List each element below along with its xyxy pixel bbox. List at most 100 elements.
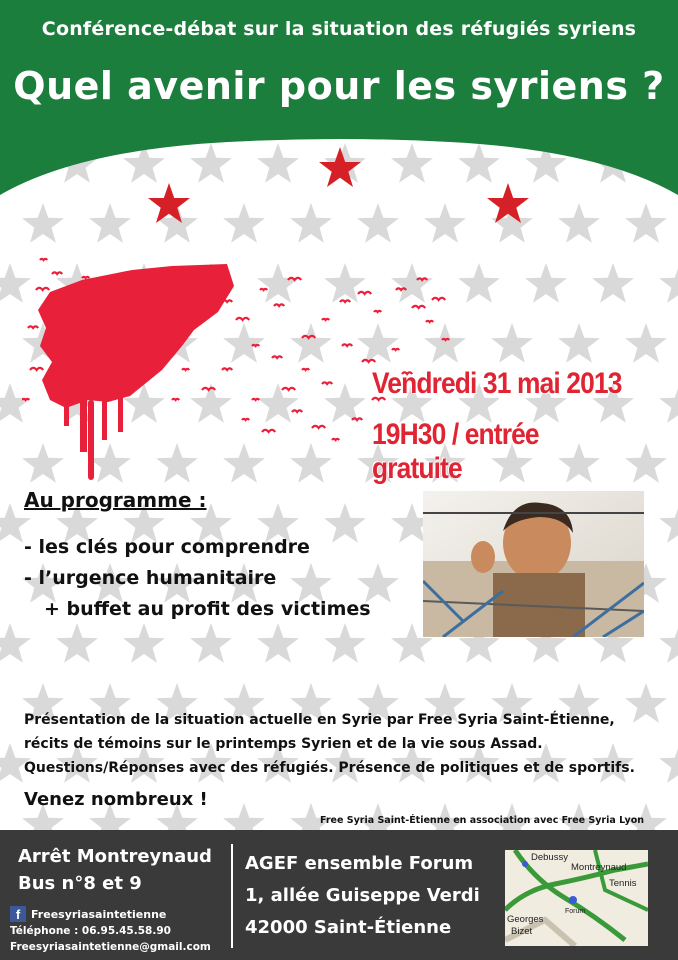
background-star [257,623,299,663]
bird-silhouette [339,299,352,304]
bird-silhouette [291,409,304,414]
bird-silhouette [361,358,377,364]
bird-silhouette [441,337,451,342]
background-star [223,803,265,830]
map-label: Bizet [511,926,533,937]
programme-item: - les clés pour comprendre [24,536,310,558]
bird-silhouette [22,397,31,402]
bird-silhouette [187,325,197,330]
background-star [324,623,366,663]
location-map: Debussy Montreynaud Tennis Forum Georges… [505,850,648,946]
bird-silhouette [261,428,277,434]
background-star [290,203,332,243]
background-star [223,203,265,243]
facebook-contact[interactable]: f Freesyriasaintetienne [10,906,166,922]
background-star [0,623,31,663]
background-star [625,203,667,243]
background-star [22,203,64,243]
bird-silhouette [241,417,251,422]
bird-silhouette [251,397,261,402]
map-label: Georges [507,914,544,925]
background-star [659,628,678,663]
bird-silhouette [251,343,261,348]
background-star [190,623,232,663]
programme-list: - les clés pour comprendre - l’urgence h… [24,532,371,625]
map-label: Debussy [531,852,568,863]
background-star [659,268,678,303]
description-line: récits de témoins sur le printemps Syrie… [24,736,543,752]
red-star-icon [487,183,529,223]
background-star [659,388,678,423]
bird-silhouette [273,303,286,308]
bird-silhouette [201,386,217,392]
page-title: Quel avenir pour les syriens ? [13,64,665,108]
background-star [89,203,131,243]
email-address[interactable]: Freesyriasaintetienne@gmail.com [10,941,211,953]
background-star [592,263,634,303]
bird-silhouette [301,367,311,372]
programme-heading: Au programme : [24,488,207,512]
bird-silhouette [416,277,429,282]
venue-city: 42000 Saint-Étienne [245,917,452,938]
bird-silhouette [395,287,408,292]
bird-silhouette [425,319,435,324]
bird-silhouette [51,271,64,276]
facebook-page: Freesyriasaintetienne [31,907,167,921]
bird-silhouette [311,424,327,430]
background-star [357,203,399,243]
bus-lines: Bus n°8 et 9 [18,873,142,894]
event-time-entry: 19H30 / entrée gratuite [372,418,540,485]
bird-silhouette [271,355,284,360]
bird-silhouette [341,343,354,348]
subtitle: Conférence-débat sur la situation des ré… [41,18,637,40]
background-star [558,323,600,363]
call-to-action: Venez nombreux ! [24,789,208,810]
bird-silhouette [181,367,191,372]
bird-silhouette [131,295,144,300]
bird-silhouette [391,347,401,352]
red-star-icon [148,183,190,223]
background-star [123,623,165,663]
background-star [558,203,600,243]
bird-silhouette [281,386,297,392]
bird-silhouette [351,417,364,422]
bird-silhouette [151,357,164,362]
facebook-icon: f [10,906,26,922]
background-star [525,263,567,303]
background-star [458,263,500,303]
event-date: Vendredi 31 mai 2013 [372,367,622,400]
background-star [424,203,466,243]
bird-silhouette [301,334,317,340]
description-block: Présentation de la situation actuelle en… [24,708,664,780]
child-photo [423,491,644,637]
phone-number: Téléphone : 06.95.45.58.90 [10,925,171,937]
bird-silhouette [27,325,40,330]
map-label: Tennis [609,878,637,889]
bird-silhouette [39,257,49,262]
bird-silhouette [431,296,447,302]
bird-silhouette [259,287,269,292]
red-star-icon [319,147,361,187]
description-line: Présentation de la situation actuelle en… [24,712,615,728]
bird-silhouette [411,304,427,310]
background-star [659,508,678,543]
programme-item: + buffet au profit des victimes [44,598,371,620]
bird-silhouette [81,275,91,280]
background-star [491,323,533,363]
bird-silhouette [221,367,234,372]
map-label: Montreynaud [571,862,627,873]
background-star [625,323,667,363]
venue-name: AGEF ensemble Forum [245,853,474,874]
venue-street: 1, allée Guiseppe Verdi [245,885,480,906]
footer-divider [231,844,233,948]
association-credit: Free Syria Saint-Étienne en association … [319,815,644,826]
background-star [56,623,98,663]
bird-silhouette [171,397,181,402]
bird-silhouette [35,286,51,292]
bird-silhouette [287,276,303,282]
bird-silhouette [321,381,334,386]
bus-stop-name: Arrêt Montreynaud [18,846,212,867]
bird-silhouette [321,317,331,322]
map-label: Forum [565,908,586,915]
footer: Arrêt Montreynaud Bus n°8 et 9 f Freesyr… [0,830,678,960]
